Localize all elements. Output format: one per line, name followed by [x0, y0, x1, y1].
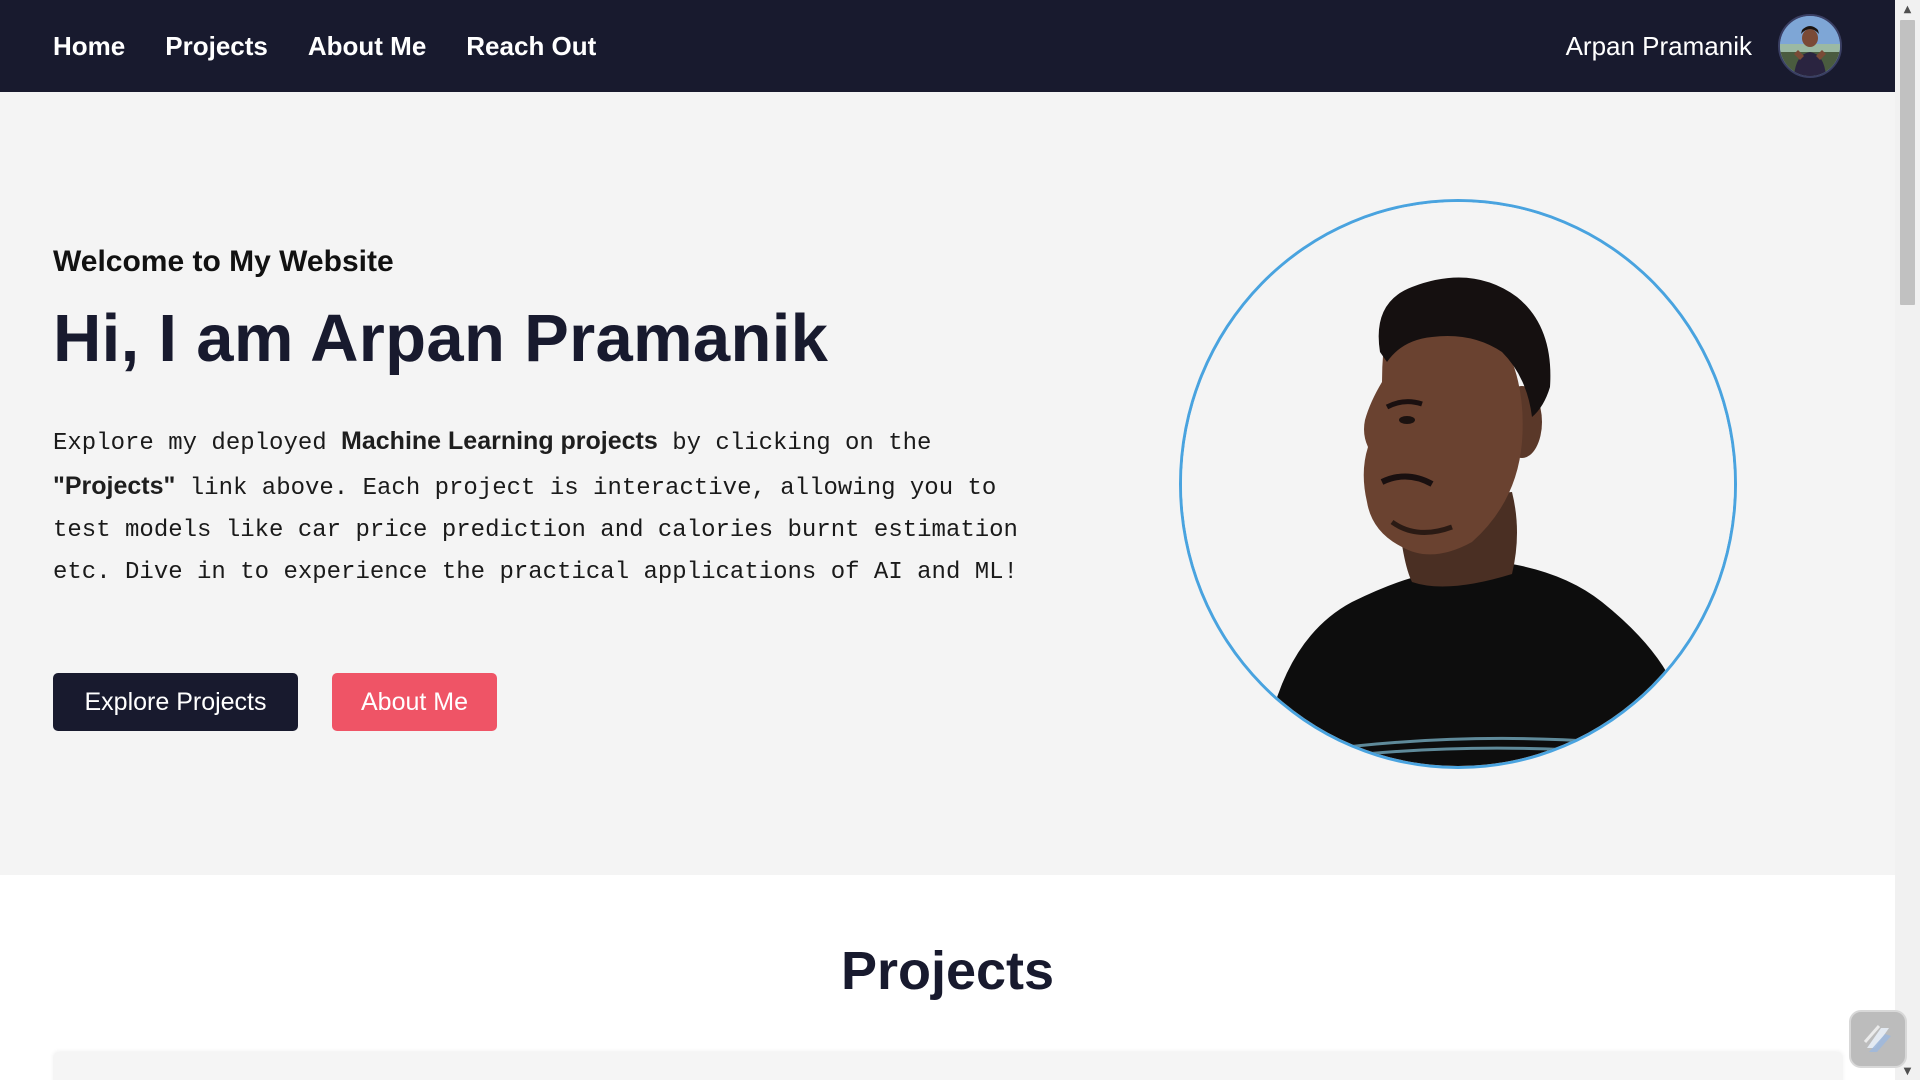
- nav-link-home[interactable]: Home: [53, 31, 125, 62]
- explore-projects-button[interactable]: Explore Projects: [53, 673, 298, 731]
- nav-links: Home Projects About Me Reach Out: [53, 31, 596, 62]
- nav-user-name: Arpan Pramanik: [1565, 30, 1752, 61]
- scroll-up-arrow-icon[interactable]: ▲: [1895, 0, 1920, 18]
- projects-heading: Projects: [840, 941, 1055, 1001]
- avatar[interactable]: [1778, 14, 1842, 78]
- hero-desc-part3: link above. Each project is interactive,…: [53, 475, 1018, 586]
- floating-widget-button[interactable]: [1849, 1010, 1907, 1068]
- nav-link-about-me[interactable]: About Me: [308, 31, 426, 62]
- hero-description: Explore my deployed Machine Learning pro…: [53, 420, 1063, 594]
- portrait-photo-icon: [1182, 202, 1734, 766]
- hero-desc-strong-projects: "Projects": [53, 472, 176, 500]
- hero-subtitle: Welcome to My Website: [53, 245, 394, 278]
- page-scrollbar[interactable]: ▲ ▼: [1895, 0, 1920, 1080]
- projects-section: Projects: [0, 875, 1895, 1080]
- hero-section: Welcome to My Website Hi, I am Arpan Pra…: [0, 92, 1895, 875]
- project-card[interactable]: [53, 1052, 1843, 1080]
- scrollbar-thumb[interactable]: [1900, 20, 1915, 305]
- nav-link-projects[interactable]: Projects: [165, 31, 268, 62]
- profile-portrait: [1179, 199, 1737, 769]
- navbar: Home Projects About Me Reach Out Arpan P…: [0, 0, 1895, 92]
- avatar-photo-icon: [1780, 16, 1840, 76]
- lightning-widget-icon: [1863, 1025, 1891, 1052]
- hero-desc-part2: by clicking on the: [657, 430, 932, 457]
- nav-link-reach-out[interactable]: Reach Out: [466, 31, 596, 62]
- hero-desc-strong-ml-projects: Machine Learning projects: [341, 427, 658, 455]
- about-me-button[interactable]: About Me: [332, 673, 497, 731]
- hero-title: Hi, I am Arpan Pramanik: [53, 301, 829, 376]
- hero-desc-part1: Explore my deployed: [53, 430, 342, 457]
- nav-user: Arpan Pramanik: [1566, 14, 1842, 78]
- page: Home Projects About Me Reach Out Arpan P…: [0, 0, 1920, 1080]
